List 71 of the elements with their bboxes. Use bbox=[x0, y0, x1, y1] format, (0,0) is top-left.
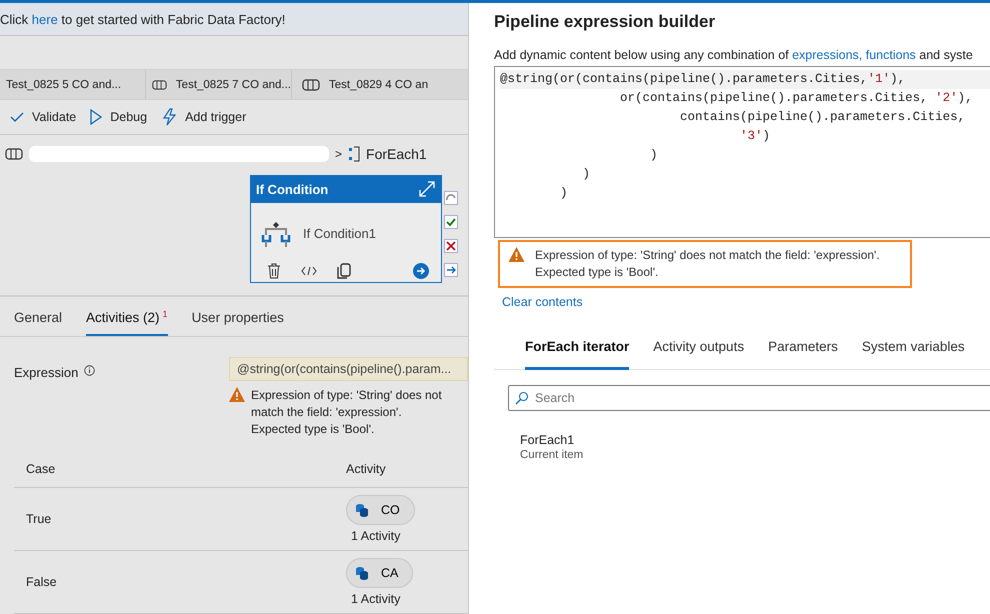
arrow-circle-icon[interactable] bbox=[413, 262, 429, 279]
code-line: ) bbox=[559, 185, 569, 202]
column-header: Case bbox=[25, 462, 56, 476]
panel-title: Pipeline expression builder bbox=[494, 11, 716, 33]
code-line: ) bbox=[582, 166, 592, 183]
delete-icon[interactable] bbox=[267, 262, 281, 279]
pipeline-icon bbox=[302, 78, 320, 91]
builder-tab[interactable]: ForEach iterator bbox=[525, 339, 630, 370]
activity-count: 1 Activity bbox=[351, 528, 400, 543]
expression-label: Expression bbox=[14, 364, 78, 380]
search-icon bbox=[515, 391, 529, 405]
activity-name: If Condition1 bbox=[303, 226, 376, 242]
error-text: Expression of type: 'String' does not match the field: 'expression'. bbox=[535, 247, 880, 264]
error-text: Expected type is 'Bool'. bbox=[535, 264, 660, 281]
list-item[interactable]: ForEach1 Current item bbox=[520, 433, 584, 461]
warning-icon bbox=[508, 247, 525, 262]
code-line: '3') bbox=[739, 128, 772, 145]
warning-icon bbox=[229, 386, 245, 402]
code-icon[interactable] bbox=[301, 266, 317, 276]
copy-icon[interactable] bbox=[337, 262, 351, 279]
here-link[interactable]: here bbox=[32, 12, 58, 26]
info-icon bbox=[84, 364, 96, 376]
database-icon bbox=[355, 566, 369, 580]
builder-tab[interactable]: System variables bbox=[862, 339, 965, 367]
warning-text: Expected type is 'Bool'. bbox=[251, 420, 376, 438]
builder-tab[interactable]: Activity outputs bbox=[653, 339, 744, 367]
description-text: Add dynamic content below using any combination of expressions, functions and syste bbox=[494, 48, 974, 64]
activity-pill[interactable]: CO bbox=[346, 494, 415, 525]
banner-text: Click here to get started with Fabric Data Factory! bbox=[0, 12, 286, 26]
pipeline-icon bbox=[5, 148, 23, 160]
toolbar-button[interactable]: Debug bbox=[90, 109, 148, 126]
properties-tab[interactable]: Activities (2) $^{1}$ bbox=[86, 310, 168, 336]
toolbar-button[interactable]: Add trigger bbox=[161, 108, 246, 126]
builder-tab[interactable]: Parameters bbox=[768, 339, 838, 367]
warning-text: Expression of type: 'String' does not bbox=[251, 386, 442, 404]
pipeline-tab[interactable]: Test_0825 5 CO and... bbox=[0, 70, 146, 100]
properties-tab[interactable]: User properties bbox=[192, 310, 284, 336]
code-line: contains(pipeline().parameters.Cities, bbox=[679, 109, 966, 126]
code-line: or(contains(pipeline().parameters.Cities, '2'), bbox=[619, 90, 974, 107]
clear-contents-link[interactable]: Clear contents bbox=[502, 295, 583, 309]
cross-icon[interactable] bbox=[444, 238, 458, 253]
activity-pill[interactable]: CA bbox=[346, 558, 414, 588]
expand-icon[interactable] bbox=[418, 180, 436, 198]
column-header: Activity bbox=[346, 462, 386, 476]
pipeline-icon bbox=[152, 78, 167, 91]
play-icon bbox=[90, 109, 102, 126]
checkmark-icon bbox=[10, 112, 24, 122]
item-subtitle: Current item bbox=[520, 448, 584, 461]
database-icon bbox=[355, 502, 369, 517]
expression-field[interactable]: @string(or(contains(pipeline().param... bbox=[229, 356, 468, 381]
properties-tab[interactable]: General bbox=[14, 310, 62, 336]
item-title: ForEach1 bbox=[520, 433, 576, 447]
activity-type: If Condition bbox=[256, 182, 328, 197]
code-line: ) bbox=[649, 147, 659, 164]
warning-text: match the field: 'expression'. bbox=[251, 404, 403, 421]
toolbar-button[interactable]: Validate bbox=[10, 110, 76, 124]
breadcrumb-current[interactable]: ForEach1 bbox=[366, 146, 427, 162]
case-cell-text: False bbox=[25, 574, 58, 589]
arrow-right-icon[interactable] bbox=[444, 262, 458, 277]
case-cell-text: True bbox=[25, 512, 52, 526]
checkmark-icon[interactable] bbox=[444, 214, 458, 229]
search-field[interactable]: Search bbox=[508, 385, 990, 411]
lightning-icon bbox=[161, 108, 178, 126]
foreach-icon bbox=[348, 146, 360, 162]
activity-card[interactable]: If Condition If Condition1 bbox=[250, 174, 442, 283]
code-editor[interactable]: @string(or(contains(pipeline().parameters.Cities,'1'), or(contains(pipeline().parameters.Cities, '2'), contains(pipeline().parameters.Cities, '3') ) ) ) bbox=[494, 66, 990, 238]
activity-count: 1 Activity bbox=[351, 590, 400, 606]
breadcrumb-separator: > bbox=[335, 146, 342, 161]
pipeline-tab[interactable]: Test_0825 7 CO and... bbox=[146, 70, 292, 100]
functions-link[interactable]: expressions, functions bbox=[792, 48, 916, 62]
pipeline-tab[interactable]: Test_0829 4 CO an bbox=[292, 70, 468, 100]
